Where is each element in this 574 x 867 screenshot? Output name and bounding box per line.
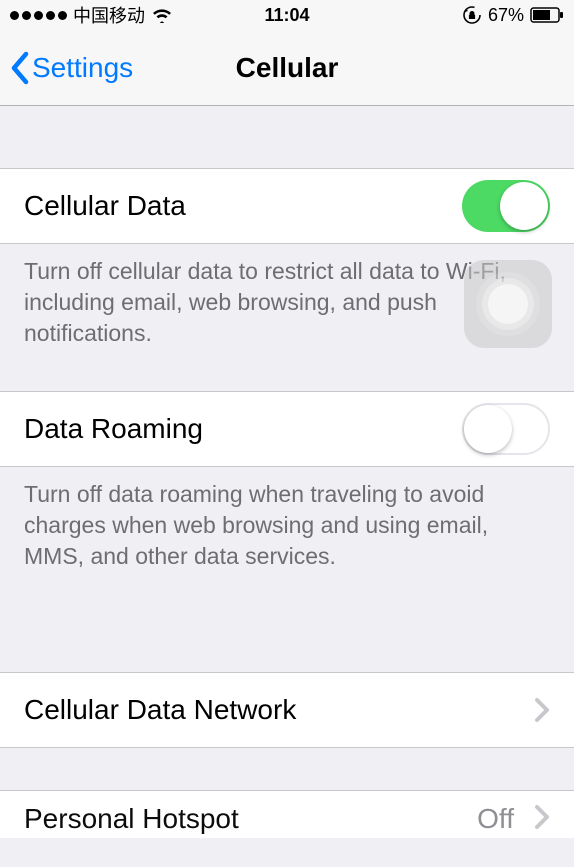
cellular-data-network-row[interactable]: Cellular Data Network [0,672,574,748]
section-spacer [0,748,574,790]
cellular-data-toggle[interactable] [462,180,550,232]
cellular-data-label: Cellular Data [24,190,186,222]
chevron-left-icon [10,51,30,85]
navigation-bar: Settings Cellular [0,30,574,106]
toggle-knob [500,182,548,230]
status-time: 11:04 [264,5,309,26]
personal-hotspot-label: Personal Hotspot [24,803,239,835]
status-left: 中国移动 [10,2,173,28]
signal-strength-icon [10,11,67,20]
orientation-lock-icon [462,5,482,25]
personal-hotspot-value: Off [477,803,514,835]
cellular-data-row: Cellular Data [0,168,574,244]
section-spacer [0,572,574,672]
chevron-right-icon [534,697,550,723]
back-button[interactable]: Settings [10,51,133,85]
section-spacer [0,106,574,168]
chevron-right-icon [534,804,550,835]
assistive-touch-center-icon [488,284,528,324]
data-roaming-label: Data Roaming [24,413,203,445]
status-right: 67% [462,5,564,26]
cellular-data-network-label: Cellular Data Network [24,694,296,726]
battery-percentage: 67% [488,5,524,26]
section-spacer [0,349,574,391]
page-title: Cellular [236,52,339,84]
battery-icon [530,7,564,23]
assistive-touch-ring [482,278,534,330]
toggle-knob [464,405,512,453]
wifi-icon [151,7,173,23]
assistive-touch-ring [476,272,540,336]
data-roaming-row: Data Roaming [0,391,574,467]
data-roaming-footer: Turn off data roaming when traveling to … [0,467,574,572]
data-roaming-toggle[interactable] [462,403,550,455]
personal-hotspot-row[interactable]: Personal Hotspot Off [0,790,574,838]
status-bar: 中国移动 11:04 67% [0,0,574,30]
back-label: Settings [32,52,133,84]
carrier-label: 中国移动 [73,2,145,28]
assistive-touch-button[interactable] [464,260,552,348]
